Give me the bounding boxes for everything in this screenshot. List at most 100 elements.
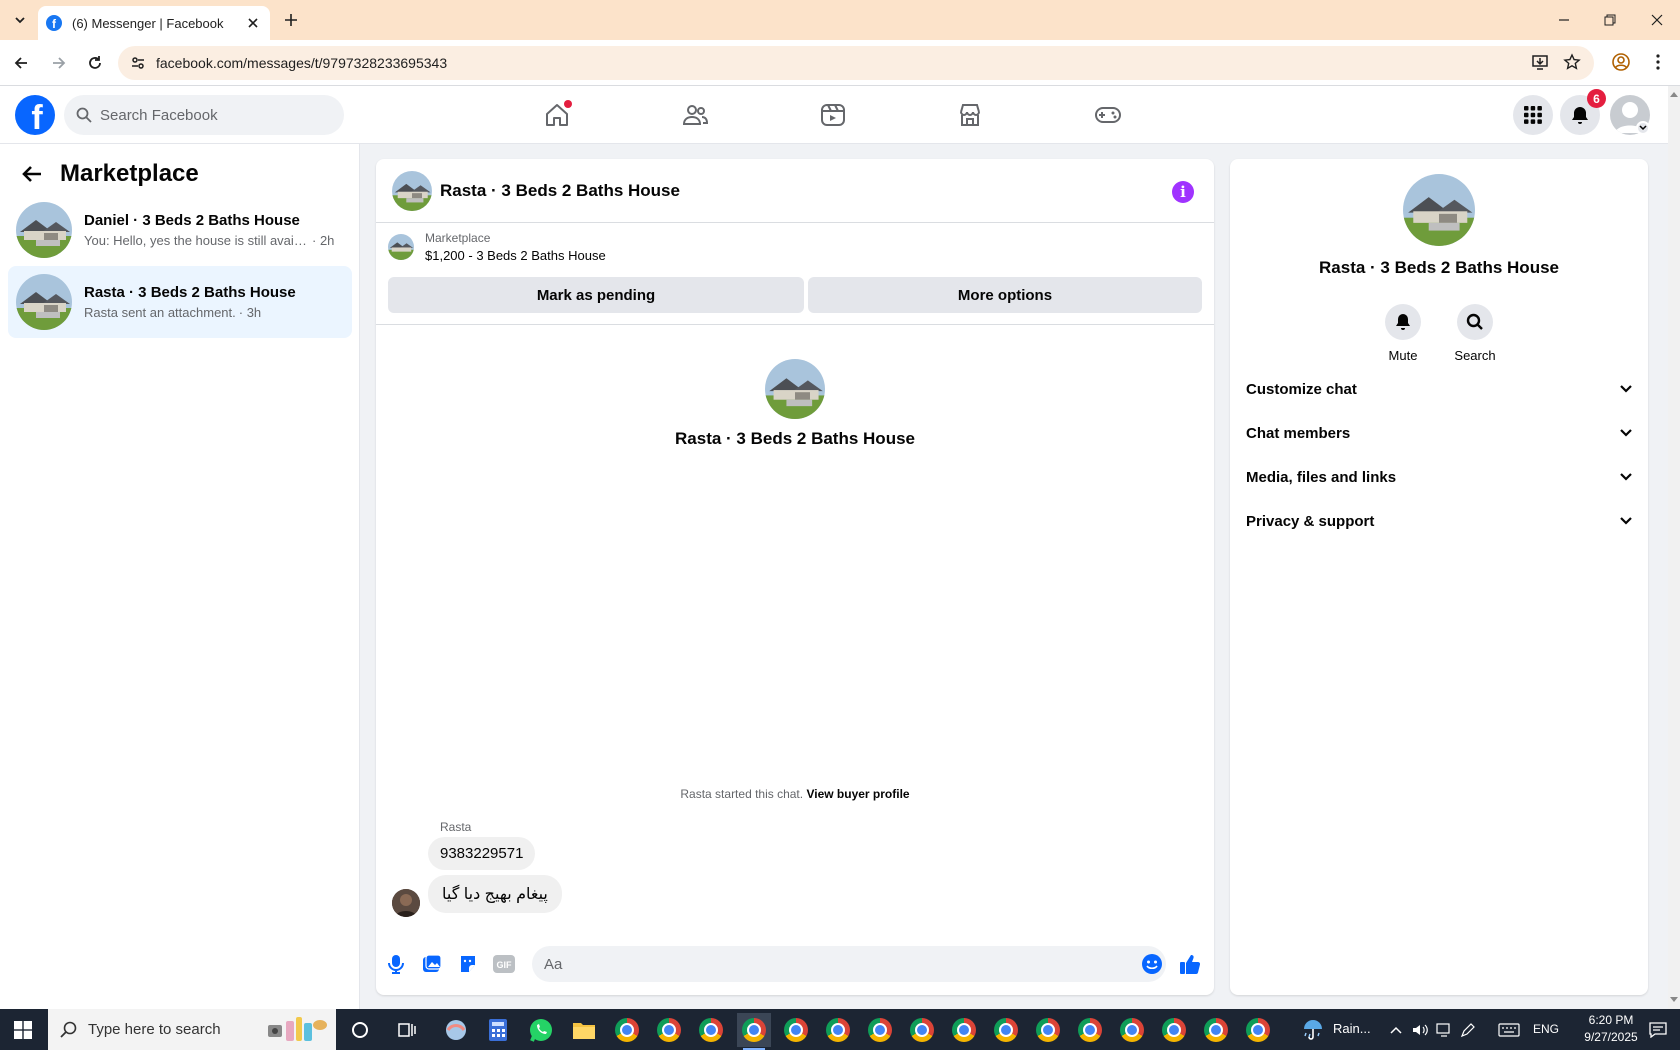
chrome-icon[interactable] — [1115, 1013, 1149, 1047]
language-indicator[interactable]: ENG — [1533, 1022, 1559, 1036]
thumbs-up-icon[interactable] — [1178, 952, 1202, 976]
weather-app-icon[interactable] — [439, 1013, 473, 1047]
page-scrollbar[interactable] — [1668, 86, 1680, 1009]
chrome-icon[interactable] — [863, 1013, 897, 1047]
minimize-icon[interactable] — [1541, 0, 1587, 40]
mark-as-pending-button[interactable]: Mark as pending — [388, 277, 804, 313]
message-bubble[interactable]: 9383229571 — [428, 837, 536, 870]
conversation-item-active[interactable]: Rasta · 3 Beds 2 Baths House Rasta sent … — [8, 266, 352, 338]
privacy-support-section[interactable]: Privacy & support — [1238, 499, 1640, 543]
install-app-icon[interactable] — [1526, 48, 1554, 76]
site-settings-icon[interactable] — [128, 53, 148, 73]
back-icon[interactable] — [8, 50, 34, 76]
network-icon[interactable] — [1434, 1013, 1454, 1047]
facebook-header: f 6 — [0, 86, 1668, 144]
gif-icon[interactable]: GIF — [492, 952, 516, 976]
info-avatar[interactable] — [1403, 174, 1475, 246]
listing-thumbnail — [388, 234, 414, 260]
forward-icon[interactable] — [46, 50, 72, 76]
home-nav-icon[interactable] — [529, 92, 585, 138]
emoji-icon[interactable] — [1140, 952, 1164, 976]
photo-icon[interactable] — [420, 952, 444, 976]
chat-title[interactable]: Rasta · 3 Beds 2 Baths House — [440, 181, 680, 201]
browser-menu-icon[interactable] — [1644, 48, 1672, 76]
notification-center-icon[interactable] — [1644, 1013, 1672, 1047]
chrome-icon[interactable] — [1073, 1013, 1107, 1047]
chrome-icon[interactable] — [694, 1013, 728, 1047]
weather-text[interactable]: Rain... — [1333, 1021, 1371, 1036]
restore-icon[interactable] — [1587, 0, 1633, 40]
facebook-search[interactable] — [64, 95, 344, 135]
chrome-icon[interactable] — [947, 1013, 981, 1047]
calculator-icon[interactable] — [481, 1013, 515, 1047]
search-label: Search — [1454, 348, 1496, 363]
menu-grid-button[interactable] — [1513, 95, 1553, 135]
reload-icon[interactable] — [82, 50, 108, 76]
scroll-down-icon[interactable] — [1670, 996, 1678, 1004]
more-options-button[interactable]: More options — [808, 277, 1202, 313]
keyboard-icon[interactable] — [1496, 1013, 1522, 1047]
chrome-icon[interactable] — [610, 1013, 644, 1047]
mute-button[interactable]: Mute — [1385, 304, 1421, 363]
windows-start-icon[interactable] — [0, 1009, 46, 1050]
back-arrow-icon[interactable] — [18, 160, 46, 188]
whatsapp-icon[interactable] — [524, 1013, 558, 1047]
message-bubble[interactable]: پیغام بھیج دیا گیا — [428, 875, 562, 913]
weather-rain-icon[interactable] — [1296, 1013, 1330, 1047]
taskbar-search-input[interactable] — [88, 1021, 268, 1038]
volume-icon[interactable] — [1410, 1013, 1430, 1047]
chevron-down-icon — [1620, 517, 1632, 525]
friends-nav-icon[interactable] — [667, 92, 723, 138]
message-input[interactable] — [544, 955, 1104, 973]
new-tab-icon[interactable] — [280, 9, 302, 31]
taskbar-search[interactable] — [48, 1009, 336, 1050]
facebook-logo-icon[interactable]: f — [15, 95, 55, 135]
chrome-icon[interactable] — [1157, 1013, 1191, 1047]
chrome-icon[interactable] — [1241, 1013, 1275, 1047]
chrome-icon[interactable] — [989, 1013, 1023, 1047]
chrome-icon[interactable] — [1199, 1013, 1233, 1047]
marketplace-listing[interactable]: Marketplace $1,200 - 3 Beds 2 Baths Hous… — [388, 231, 606, 263]
chat-header-avatar[interactable] — [392, 170, 432, 211]
scroll-up-icon[interactable] — [1670, 90, 1678, 98]
notifications-button[interactable]: 6 — [1560, 89, 1606, 135]
cortana-icon[interactable] — [343, 1013, 377, 1047]
close-tab-icon[interactable] — [244, 14, 262, 32]
search-conversation-button[interactable]: Search — [1454, 304, 1496, 363]
conversation-item[interactable]: Daniel · 3 Beds 2 Baths House You: Hello… — [8, 194, 352, 266]
file-explorer-icon[interactable] — [567, 1013, 601, 1047]
message-input-container[interactable] — [532, 946, 1166, 982]
taskbar-clock[interactable]: 6:20 PM 9/27/2025 — [1576, 1012, 1646, 1046]
media-files-links-section[interactable]: Media, files and links — [1238, 455, 1640, 499]
sender-avatar[interactable] — [392, 889, 420, 917]
profile-icon[interactable] — [1607, 48, 1635, 76]
chrome-icon[interactable] — [779, 1013, 813, 1047]
browser-tab[interactable]: f (6) Messenger | Facebook — [38, 6, 270, 40]
chrome-icon[interactable] — [1031, 1013, 1065, 1047]
marketplace-nav-icon[interactable] — [942, 92, 998, 138]
tray-chevron-up-icon[interactable] — [1386, 1013, 1406, 1047]
chrome-icon[interactable] — [652, 1013, 686, 1047]
chat-members-section[interactable]: Chat members — [1238, 411, 1640, 455]
omnibox[interactable]: facebook.com/messages/t/9797328233695343 — [118, 46, 1594, 80]
view-buyer-profile-link[interactable]: View buyer profile — [806, 787, 909, 801]
facebook-search-input[interactable] — [100, 106, 320, 124]
customize-chat-section[interactable]: Customize chat — [1238, 367, 1640, 411]
gaming-nav-icon[interactable] — [1080, 92, 1136, 138]
task-view-icon[interactable] — [390, 1013, 424, 1047]
pen-icon[interactable] — [1458, 1013, 1478, 1047]
sticker-icon[interactable] — [456, 952, 480, 976]
video-nav-icon[interactable] — [805, 92, 861, 138]
bookmark-star-icon[interactable] — [1558, 48, 1586, 76]
address-toolbar: facebook.com/messages/t/9797328233695343 — [0, 40, 1680, 86]
close-window-icon[interactable] — [1634, 0, 1680, 40]
info-icon[interactable]: i — [1172, 181, 1194, 203]
chrome-icon-active[interactable] — [737, 1013, 771, 1050]
microphone-icon[interactable] — [384, 952, 408, 976]
account-chevron-icon[interactable] — [1636, 121, 1650, 135]
chrome-icon[interactable] — [905, 1013, 939, 1047]
section-label: Privacy & support — [1246, 512, 1375, 530]
tab-search-chevron-icon[interactable] — [8, 8, 32, 32]
windows-taskbar: Rain... ENG 6:20 PM 9/27/2025 — [0, 1009, 1680, 1050]
chrome-icon[interactable] — [821, 1013, 855, 1047]
